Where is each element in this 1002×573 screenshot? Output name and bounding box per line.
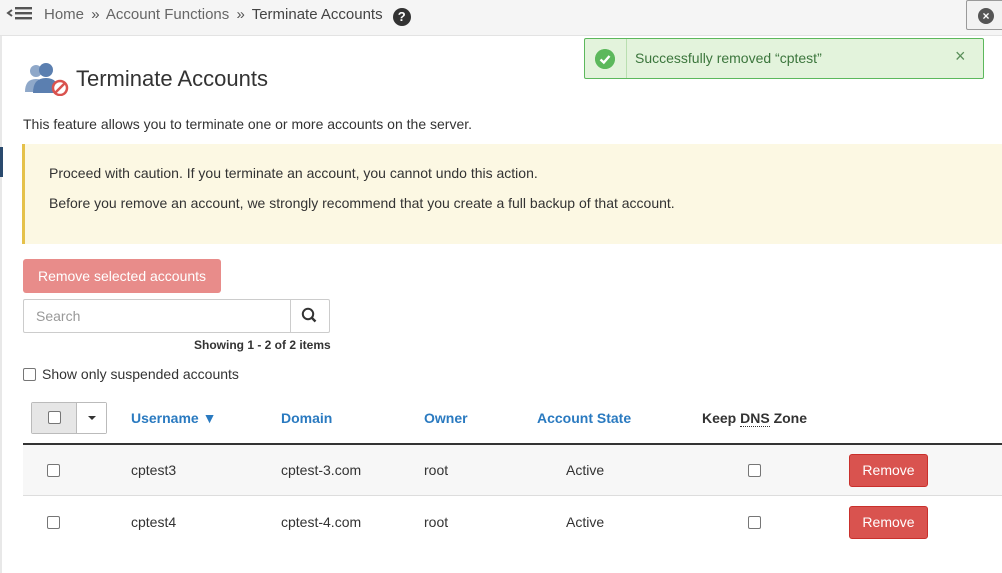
column-header-username[interactable]: Username ▼ <box>131 410 216 426</box>
column-header-account-state[interactable]: Account State <box>537 410 631 426</box>
column-header-keep-dns-zone: Keep DNS Zone <box>702 410 808 427</box>
account-state-cell: Active <box>566 514 605 530</box>
select-options-dropdown[interactable] <box>76 403 106 433</box>
search-button[interactable] <box>290 299 330 333</box>
dns-abbreviation: DNS <box>740 410 770 427</box>
row-select-checkbox[interactable] <box>47 516 60 529</box>
account-state-cell: Active <box>566 462 605 478</box>
select-all-control <box>31 402 107 434</box>
table-header-row: Username ▼ Domain Owner Account State Ke… <box>23 396 1002 445</box>
toast-message: Successfully removed “cptest” <box>635 50 822 66</box>
column-header-domain[interactable]: Domain <box>281 410 332 426</box>
remove-selected-accounts-button[interactable]: Remove selected accounts <box>23 259 221 293</box>
remove-account-button[interactable]: Remove <box>849 454 928 487</box>
page-description: This feature allows you to terminate one… <box>23 116 473 132</box>
breadcrumb-separator: » <box>236 6 245 23</box>
username-cell: cptest4 <box>131 514 177 530</box>
suspended-only-label[interactable]: Show only suspended accounts <box>42 366 239 382</box>
sidebar-active-marker <box>0 147 3 177</box>
suspended-filter: Show only suspended accounts <box>23 366 239 382</box>
keep-dns-zone-checkbox[interactable] <box>748 464 761 477</box>
breadcrumb-separator: » <box>91 6 100 23</box>
keep-dns-prefix: Keep <box>702 410 741 426</box>
breadcrumb-home-link[interactable]: Home <box>44 6 84 23</box>
owner-cell: root <box>424 462 449 478</box>
domain-cell: cptest-4.com <box>281 514 362 530</box>
users-remove-icon <box>24 62 70 97</box>
caution-line-backup: Before you remove an account, we strongl… <box>49 195 675 211</box>
breadcrumb: Home » Account Functions » Terminate Acc… <box>44 6 411 26</box>
toast-divider <box>626 39 627 78</box>
username-cell: cptest3 <box>131 462 177 478</box>
top-breadcrumb-bar: Home » Account Functions » Terminate Acc… <box>0 0 1002 36</box>
owner-cell: root <box>424 514 449 530</box>
sidebar-toggle-icon[interactable] <box>6 4 34 26</box>
results-count: Showing 1 - 2 of 2 items <box>194 338 331 352</box>
check-circle-icon <box>595 49 615 69</box>
search-input[interactable] <box>23 299 291 333</box>
remove-account-button[interactable]: Remove <box>849 506 928 539</box>
table-row: cptest3 cptest-3.com root Active Remove <box>23 445 1002 496</box>
caution-callout: Proceed with caution. If you terminate a… <box>22 144 1002 244</box>
column-header-owner[interactable]: Owner <box>424 410 468 426</box>
domain-cell: cptest-3.com <box>281 462 362 478</box>
row-select-checkbox[interactable] <box>47 464 60 477</box>
close-icon: × <box>978 8 994 24</box>
suspended-only-checkbox[interactable] <box>23 368 36 381</box>
caution-line-undo: Proceed with caution. If you terminate a… <box>49 165 538 181</box>
table-row: cptest4 cptest-4.com root Active Remove <box>23 497 1002 548</box>
chevron-down-icon <box>88 416 96 420</box>
keep-dns-suffix: Zone <box>769 410 808 426</box>
keep-dns-zone-checkbox[interactable] <box>748 516 761 529</box>
toast-close-button[interactable]: × <box>955 46 966 67</box>
page-title: Terminate Accounts <box>76 66 268 91</box>
select-all-toggle[interactable] <box>32 403 76 433</box>
search-icon <box>301 307 317 323</box>
select-all-checkbox[interactable] <box>48 411 61 424</box>
success-toast: Successfully removed “cptest” × <box>584 38 984 79</box>
close-panel-button[interactable]: × <box>966 0 1002 30</box>
sidebar-edge <box>0 36 2 573</box>
breadcrumb-account-functions-link[interactable]: Account Functions <box>106 6 229 23</box>
help-icon[interactable]: ? <box>392 8 411 26</box>
breadcrumb-current: Terminate Accounts <box>251 6 383 23</box>
toast-icon-area <box>585 39 625 78</box>
